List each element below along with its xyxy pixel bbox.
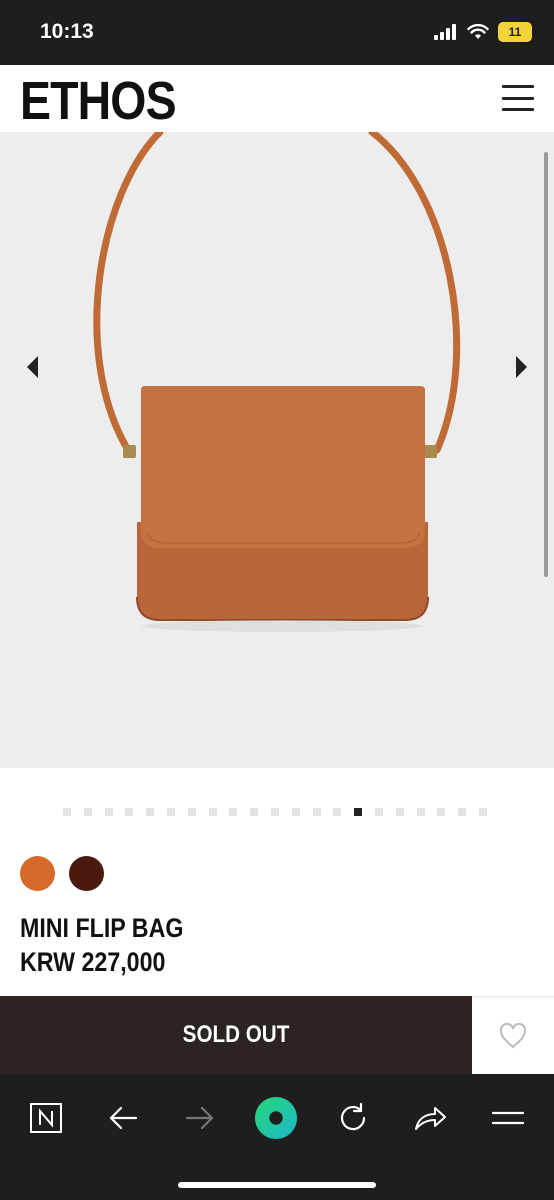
carousel-dot[interactable] xyxy=(270,808,279,816)
product-photo xyxy=(93,132,461,632)
carousel-dot[interactable] xyxy=(374,808,383,816)
carousel-dot[interactable] xyxy=(354,808,363,816)
status-time: 10:13 xyxy=(40,20,94,43)
carousel-dot[interactable] xyxy=(416,808,425,816)
carousel-dot[interactable] xyxy=(312,808,321,816)
carousel-dot[interactable] xyxy=(250,808,259,816)
carousel-dot[interactable] xyxy=(146,808,155,816)
product-name: MINI FLIP BAG xyxy=(20,913,184,943)
status-bar: 10:13 11 xyxy=(0,0,554,65)
carousel-dot[interactable] xyxy=(395,808,404,816)
carousel-dot[interactable] xyxy=(208,808,217,816)
status-icons: 11 xyxy=(434,22,532,42)
wifi-icon xyxy=(467,24,489,39)
naver-home-icon[interactable] xyxy=(24,1096,68,1140)
product-image-gallery[interactable] xyxy=(0,132,554,768)
back-arrow-icon[interactable] xyxy=(101,1096,145,1140)
carousel-dot[interactable] xyxy=(458,808,467,816)
battery-icon: 11 xyxy=(498,22,532,42)
site-header: ETHOS xyxy=(0,65,554,132)
color-swatch-tan[interactable] xyxy=(20,856,55,891)
reload-icon[interactable] xyxy=(331,1096,375,1140)
carousel-dot[interactable] xyxy=(291,808,300,816)
carousel-dot[interactable] xyxy=(437,808,446,816)
carousel-dot[interactable] xyxy=(333,808,342,816)
hamburger-menu-icon[interactable] xyxy=(502,85,534,111)
home-indicator[interactable] xyxy=(178,1182,376,1188)
carousel-dot[interactable] xyxy=(63,808,71,816)
sold-out-label: SOLD OUT xyxy=(182,1021,290,1048)
battery-level: 11 xyxy=(508,25,522,39)
menu-icon[interactable] xyxy=(486,1096,530,1140)
scrollbar[interactable] xyxy=(544,152,548,577)
share-icon[interactable] xyxy=(408,1096,452,1140)
carousel-dot[interactable] xyxy=(229,808,238,816)
chevron-left-icon[interactable] xyxy=(22,352,46,382)
sold-out-button[interactable]: SOLD OUT xyxy=(0,996,472,1074)
chevron-right-icon[interactable] xyxy=(508,352,532,382)
site-logo[interactable]: ETHOS xyxy=(20,71,177,131)
carousel-dot[interactable] xyxy=(187,808,196,816)
carousel-dots xyxy=(63,808,487,816)
heart-icon xyxy=(499,1022,527,1048)
carousel-dot[interactable] xyxy=(478,808,487,816)
color-swatch-brown[interactable] xyxy=(69,856,104,891)
cellular-signal-icon xyxy=(434,24,456,40)
carousel-dot[interactable] xyxy=(104,808,113,816)
green-dot-icon[interactable] xyxy=(254,1096,298,1140)
wishlist-button[interactable] xyxy=(472,996,554,1074)
forward-arrow-icon[interactable] xyxy=(178,1096,222,1140)
carousel-dot[interactable] xyxy=(83,808,92,816)
product-price: KRW 227,000 xyxy=(20,947,166,977)
carousel-dot[interactable] xyxy=(166,808,175,816)
carousel-dot[interactable] xyxy=(125,808,134,816)
